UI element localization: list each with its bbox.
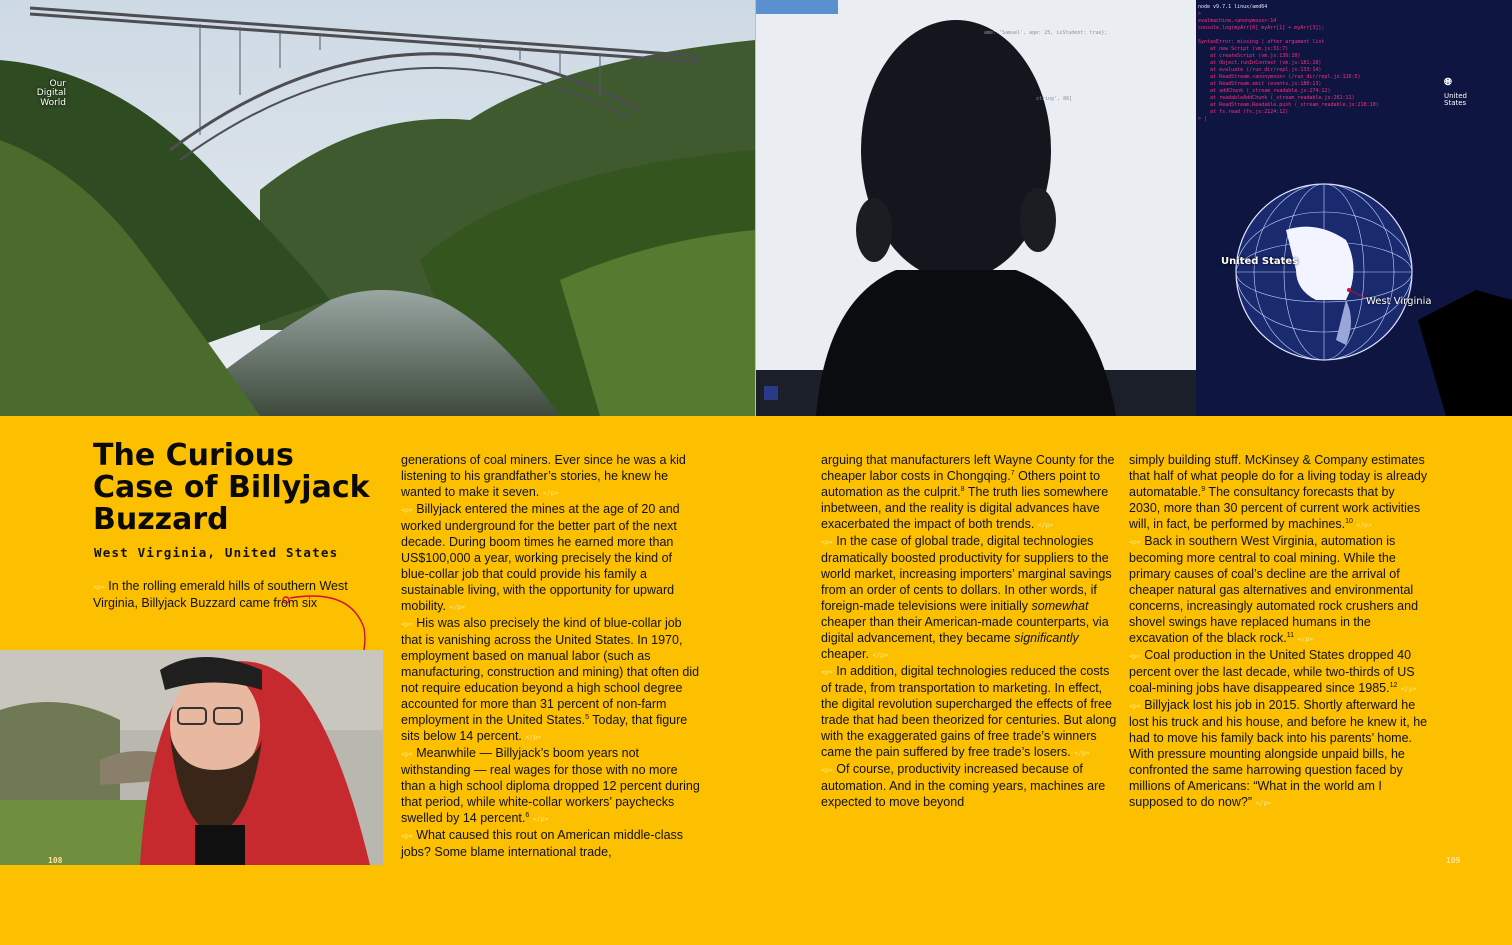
- paragraph-tag-icon: </p>: [1400, 685, 1417, 693]
- paragraph: <p> What caused this rout on American mi…: [401, 827, 701, 860]
- paragraph-tag-icon: <p>: [1129, 702, 1141, 710]
- paragraph-tag-icon: <p>: [1129, 652, 1141, 660]
- terminal-line: console.log(myArr[0] myArr[1] + myArr[3]…: [1198, 25, 1325, 31]
- code-fragment: string', 86]: [1036, 96, 1073, 102]
- paragraph-tag-icon: </p>: [525, 733, 542, 741]
- paragraph: generations of coal miners. Ever since h…: [401, 452, 701, 501]
- paragraph: <p> Coal production in the United States…: [1129, 647, 1429, 697]
- footnote-marker: 6: [525, 811, 530, 819]
- terminal-line: SyntaxError: missing ) after argument li…: [1198, 39, 1325, 45]
- paragraph-text: Billyjack entered the mines at the age o…: [401, 502, 680, 613]
- footnote-marker: 11: [1286, 631, 1295, 639]
- terminal-header: node v9.7.1 linux/amd64: [1198, 4, 1268, 10]
- paragraph: <p> Back in southern West Virginia, auto…: [1129, 533, 1429, 647]
- map-label-country: United States: [1221, 256, 1299, 267]
- globe-corner-text: United States: [1444, 91, 1467, 107]
- terminal-line: at ReadStream.Readable.push (_stream_rea…: [1198, 102, 1379, 108]
- paragraph-tag-icon: </p>: [1037, 521, 1054, 529]
- globe-mini-icon: 🌐︎: [1444, 77, 1452, 88]
- code-fragment: ame: 'Samuel', age: 25, isStudent: true}…: [984, 30, 1108, 36]
- paragraph-tag-icon: <p>: [401, 750, 413, 758]
- paragraph-text: His was also precisely the kind of blue-…: [401, 616, 700, 727]
- terminal-line: > |: [1198, 116, 1208, 122]
- paragraph-tag-icon: <p>: [401, 506, 413, 514]
- terminal-output: node v9.7.1 linux/amd64 > evalmachine.<ano…: [1198, 4, 1398, 123]
- terminal-line: at Object.runInContext (vm.js:181:10): [1198, 60, 1322, 66]
- paragraph-text: cheaper.: [821, 647, 869, 661]
- terminal-line: at addChunk (_stream_readable.js:274:12): [1198, 88, 1331, 94]
- paragraph: <p> Billyjack lost his job in 2015. Shor…: [1129, 697, 1429, 811]
- paragraph-tag-icon: </p>: [542, 489, 559, 497]
- paragraph: arguing that manufacturers left Wayne Co…: [821, 452, 1121, 533]
- article-column-2: generations of coal miners. Ever since h…: [401, 452, 701, 860]
- terminal-line: at evaluate (/run_dir/repl.js:133:14): [1198, 67, 1322, 73]
- terminal-line: at ReadStream.<anonymous> (/run_dir/repl…: [1198, 74, 1361, 80]
- article-title: The Curious Case of Billyjack Buzzard: [93, 438, 370, 537]
- paragraph-tag-icon: </p>: [1074, 749, 1090, 757]
- paragraph-text: Coal production in the United States dro…: [1129, 648, 1415, 695]
- paragraph-tag-icon: <p>: [401, 832, 413, 840]
- terminal-line: at createScript (vm.js:136:10): [1198, 53, 1301, 59]
- paragraph: <p> Of course, productivity increased be…: [821, 761, 1121, 810]
- article-column-4: simply building stuff. McKinsey & Compan…: [1129, 452, 1429, 811]
- paragraph: <p> In addition, digital technologies re…: [821, 663, 1121, 761]
- paragraph-tag-icon: </p>: [532, 815, 549, 823]
- paragraph-tag-icon: <p>: [93, 583, 105, 591]
- paragraph-tag-icon: <p>: [401, 620, 413, 628]
- map-label-state: West Virginia: [1366, 296, 1432, 307]
- emphasis-text: significantly: [1014, 631, 1079, 645]
- paragraph: <p> His was also precisely the kind of b…: [401, 615, 701, 745]
- terminal-line: >: [1198, 11, 1202, 17]
- emphasis-text: somewhat: [1031, 599, 1089, 613]
- article-column-3: arguing that manufacturers left Wayne Co…: [821, 452, 1121, 810]
- terminal-line: at readableAddChunk (_stream_readable.js…: [1198, 95, 1355, 101]
- programmer-back-view-photo: [756, 0, 1512, 416]
- paragraph-tag-icon: </p>: [1297, 635, 1314, 643]
- paragraph-tag-icon: </p>: [1356, 521, 1373, 529]
- paragraph: <p> In the case of global trade, digital…: [821, 533, 1121, 663]
- terminal-line: at new Script (vm.js:51:7): [1198, 46, 1289, 52]
- paragraph-tag-icon: <p>: [821, 538, 833, 546]
- footnote-marker: 10: [1345, 517, 1353, 525]
- paragraph-tag-icon: <p>: [821, 668, 833, 676]
- paragraph-text: Billyjack lost his job in 2015. Shortly …: [1129, 698, 1428, 809]
- terminal-line: evalmachine.<anonymous>:14: [1198, 18, 1277, 24]
- page-number-right: 109: [1446, 856, 1461, 865]
- series-label: Our Digital World: [36, 79, 66, 108]
- paragraph: <p> Meanwhile — Billyjack’s boom years n…: [401, 745, 701, 827]
- paragraph-text: What caused this rout on American middle…: [401, 828, 684, 859]
- paragraph-text: Back in southern West Virginia, automati…: [1129, 534, 1419, 645]
- paragraph-text: Of course, productivity increased becaus…: [821, 762, 1106, 809]
- paragraph-text: In addition, digital technologies reduce…: [821, 664, 1117, 759]
- billyjack-portrait-photo: [0, 650, 383, 865]
- terminal-line: at ReadStream.emit (events.js:180:13): [1198, 81, 1322, 87]
- paragraph-tag-icon: <p>: [1129, 538, 1141, 546]
- paragraph-text: Meanwhile — Billyjack’s boom years not w…: [401, 746, 700, 825]
- page-number-left: 108: [48, 856, 63, 865]
- terminal-line: at fs.read (fs.js:2124:12): [1198, 109, 1289, 115]
- article-location: West Virginia, United States: [94, 545, 339, 560]
- new-river-gorge-bridge-photo: [0, 0, 755, 416]
- paragraph-tag-icon: </p>: [1255, 799, 1272, 807]
- paragraph: <p> Billyjack entered the mines at the a…: [401, 501, 701, 615]
- paragraph-tag-icon: </p>: [872, 651, 889, 659]
- globe-corner-label: 🌐︎ United States: [1444, 77, 1488, 107]
- paragraph-tag-icon: <p>: [821, 766, 833, 774]
- paragraph: simply building stuff. McKinsey & Compan…: [1129, 452, 1429, 533]
- paragraph-tag-icon: </p>: [449, 603, 466, 611]
- footnote-marker: 12: [1389, 681, 1398, 689]
